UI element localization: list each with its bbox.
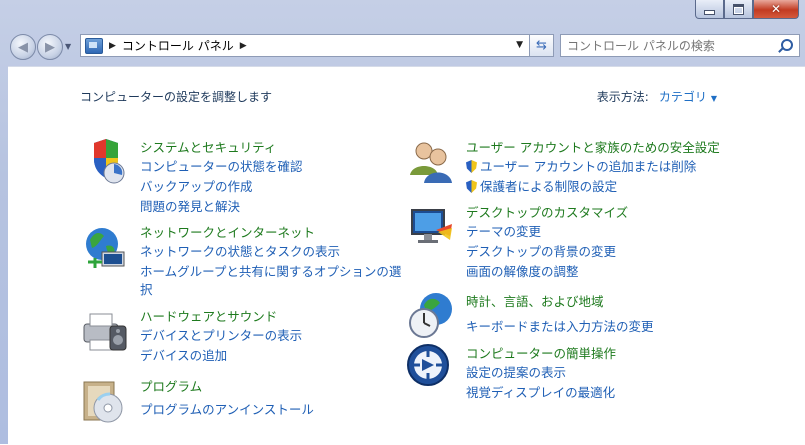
forward-arrow-icon: ▶ (45, 39, 55, 55)
search-box (560, 34, 800, 57)
category-title[interactable]: プログラム (140, 376, 202, 395)
close-button[interactable]: ✕ (753, 0, 799, 19)
category-title[interactable]: ハードウェアとサウンド (140, 306, 277, 325)
window-frame: ✕ ◀ ▶ ▼ ▶ コントロール パネル ▶ ▼ ⇆ コンピューターの設定を調整… (0, 0, 805, 445)
task-link[interactable]: テーマの変更 (466, 221, 541, 240)
printer-icon[interactable] (80, 306, 130, 356)
task-link[interactable]: 画面の解像度の調整 (466, 261, 579, 280)
category-title[interactable]: 時計、言語、および地域 (466, 291, 604, 310)
category-title[interactable]: デスクトップのカスタマイズ (466, 202, 628, 221)
network-globe-icon[interactable] (80, 222, 130, 272)
category-network-internet: ネットワークとインターネット ネットワークの状態とタスクの表示 ホームグループと… (80, 222, 410, 300)
minimize-icon (704, 9, 715, 15)
search-icon[interactable] (781, 39, 793, 51)
close-icon: ✕ (770, 2, 782, 16)
task-link[interactable]: ユーザー アカウントの追加または削除 (466, 156, 696, 175)
breadcrumb-chevron-icon[interactable]: ▶ (240, 41, 247, 51)
uac-shield-icon (466, 180, 477, 193)
category-appearance: デスクトップのカスタマイズ テーマの変更 デスクトップの背景の変更 画面の解像度… (406, 202, 766, 280)
category-title[interactable]: ネットワークとインターネット (140, 222, 315, 241)
view-by-label: 表示方法: (596, 90, 649, 104)
category-programs: プログラム プログラムのアンインストール (80, 376, 380, 431)
address-dropdown-icon[interactable]: ▼ (516, 40, 523, 50)
task-link[interactable]: プログラムのアンインストール (140, 399, 314, 418)
address-bar[interactable]: ▶ コントロール パネル ▶ ▼ (80, 34, 530, 57)
task-link[interactable]: 視覚ディスプレイの最適化 (466, 382, 615, 401)
category-title[interactable]: システムとセキュリティ (140, 137, 276, 156)
monitor-paint-icon[interactable] (406, 202, 456, 252)
category-clock-language-region: 時計、言語、および地域 キーボードまたは入力方法の変更 (406, 291, 766, 346)
breadcrumb-chevron-icon[interactable]: ▶ (109, 41, 116, 51)
category-system-security: システムとセキュリティ コンピューターの状態を確認 バックアップの作成 問題の発… (80, 137, 400, 214)
task-link[interactable]: デバイスの追加 (140, 345, 227, 364)
clock-globe-icon[interactable] (406, 291, 456, 341)
page-title: コンピューターの設定を調整します (80, 90, 273, 104)
task-link[interactable]: 問題の発見と解決 (140, 196, 240, 215)
shield-icon[interactable] (80, 137, 130, 187)
back-arrow-icon: ◀ (18, 39, 28, 55)
programs-cd-icon[interactable] (80, 376, 130, 426)
task-link[interactable]: 設定の提案の表示 (466, 362, 566, 381)
back-button[interactable]: ◀ (10, 34, 36, 60)
users-icon[interactable] (406, 137, 456, 187)
search-input[interactable] (567, 36, 767, 55)
task-link[interactable]: デスクトップの背景の変更 (466, 241, 616, 260)
task-link-label: 保護者による制限の設定 (480, 179, 618, 194)
chevron-down-icon[interactable]: ▼ (711, 94, 717, 103)
minimize-button[interactable] (695, 0, 724, 19)
recent-pages-dropdown-icon[interactable]: ▼ (65, 42, 71, 51)
refresh-button[interactable]: ⇆ (530, 34, 554, 57)
uac-shield-icon (466, 160, 477, 173)
category-hardware-sound: ハードウェアとサウンド デバイスとプリンターの表示 デバイスの追加 (80, 306, 380, 366)
category-user-accounts: ユーザー アカウントと家族のための安全設定 ユーザー アカウントの追加または削除… (406, 137, 766, 197)
maximize-icon (733, 3, 744, 15)
task-link-label: ユーザー アカウントの追加または削除 (480, 159, 697, 174)
main-content: コンピューターの設定を調整します 表示方法: カテゴリ ▼ システムとセキュリティ … (8, 66, 805, 445)
task-link[interactable]: コンピューターの状態を確認 (140, 156, 303, 175)
view-by: 表示方法: カテゴリ ▼ (597, 88, 717, 105)
category-title[interactable]: ユーザー アカウントと家族のための安全設定 (466, 137, 720, 156)
task-link[interactable]: 択 (140, 279, 153, 298)
window-controls: ✕ (695, 0, 799, 20)
breadcrumb-control-panel[interactable]: コントロール パネル (122, 37, 234, 54)
task-link[interactable]: キーボードまたは入力方法の変更 (466, 316, 654, 335)
task-link[interactable]: ホームグループと共有に関するオプションの選 (140, 261, 401, 280)
refresh-icon: ⇆ (536, 38, 547, 53)
ease-of-access-icon[interactable] (406, 343, 456, 393)
navigation-bar: ◀ ▶ ▼ ▶ コントロール パネル ▶ ▼ ⇆ (0, 30, 805, 62)
control-panel-icon (85, 37, 103, 54)
category-title[interactable]: コンピューターの簡単操作 (466, 343, 616, 362)
category-ease-of-access: コンピューターの簡単操作 設定の提案の表示 視覚ディスプレイの最適化 (406, 343, 766, 403)
task-link[interactable]: 保護者による制限の設定 (466, 176, 617, 195)
forward-button[interactable]: ▶ (37, 34, 63, 60)
maximize-button[interactable] (724, 0, 753, 19)
task-link[interactable]: バックアップの作成 (140, 176, 253, 195)
task-link[interactable]: ネットワークの状態とタスクの表示 (140, 241, 340, 260)
task-link[interactable]: デバイスとプリンターの表示 (140, 325, 302, 344)
title-bar: ✕ (0, 0, 805, 28)
view-by-dropdown[interactable]: カテゴリ (659, 90, 707, 104)
